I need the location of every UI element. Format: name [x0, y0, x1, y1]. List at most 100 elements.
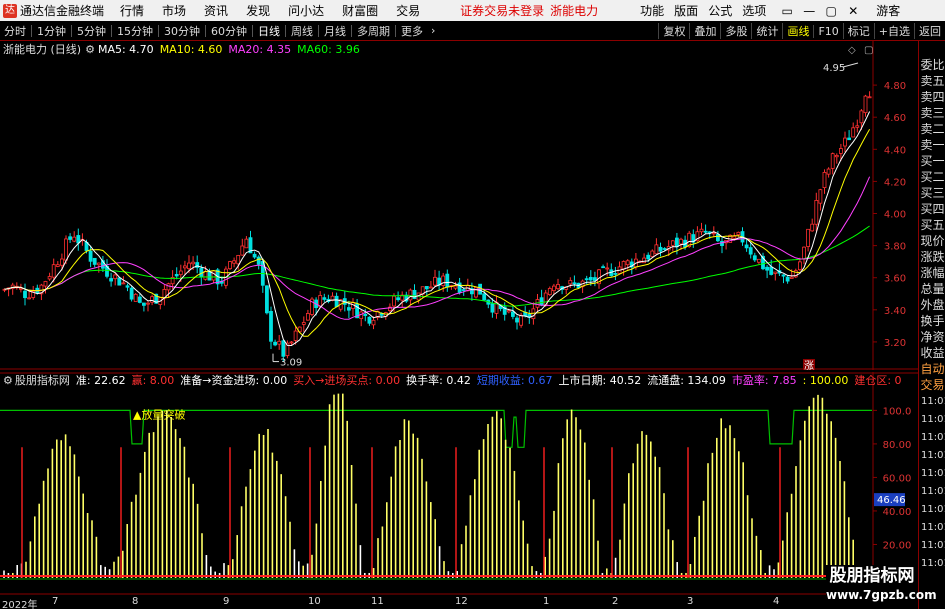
panel-item-10[interactable]: 买五: [919, 217, 945, 233]
period-1min[interactable]: 1分钟: [33, 23, 70, 39]
candle-body: [228, 261, 232, 270]
add-watchlist-button[interactable]: +自选: [873, 23, 914, 39]
main-chart-info: 浙能电力 (日线) ⚙ MA5: 4.70 MA10: 4.60 MA20: 4…: [0, 41, 360, 57]
period-60min[interactable]: 60分钟: [207, 23, 251, 39]
candle-body: [293, 330, 298, 341]
date-tick-10: 4: [773, 596, 780, 607]
menu-news[interactable]: 资讯: [204, 2, 228, 19]
candle-body: [798, 261, 802, 271]
draw-line-button[interactable]: 画线: [782, 23, 813, 39]
f10-button[interactable]: F10: [813, 24, 842, 38]
panel-item-9[interactable]: 买四: [919, 201, 945, 217]
candle-body: [269, 310, 273, 342]
candle-body: [68, 236, 72, 240]
overlay-button[interactable]: 叠加: [689, 23, 720, 39]
panel-item-15[interactable]: 外盘: [919, 297, 945, 313]
panel-item-7[interactable]: 买二: [919, 169, 945, 185]
panel-item-14[interactable]: 总量: [919, 281, 945, 297]
minimize-icon[interactable]: —: [798, 4, 820, 18]
panel-item-2[interactable]: 卖四: [919, 89, 945, 105]
menu-wealth[interactable]: 财富圈: [342, 2, 378, 19]
period-30min[interactable]: 30分钟: [160, 23, 204, 39]
auto-trade-label-1[interactable]: 交易: [919, 377, 945, 393]
panel-item-3[interactable]: 卖三: [919, 105, 945, 121]
settings-gear-icon[interactable]: ⚙: [85, 43, 95, 56]
menu-formula[interactable]: 公式: [708, 2, 732, 19]
candle-body: [806, 228, 810, 247]
indicator-value-6: 上市日期: 40.52: [558, 374, 642, 387]
menu-options[interactable]: 选项: [742, 2, 766, 19]
candle-body: [305, 313, 310, 321]
panel-item-16[interactable]: 换手: [919, 313, 945, 329]
maximize-icon[interactable]: ▢: [820, 4, 842, 18]
menu-quotes[interactable]: 行情: [120, 2, 144, 19]
period-weekly[interactable]: 周线: [287, 23, 317, 39]
more-chevron-icon[interactable]: ›: [427, 24, 439, 37]
candle-body: [605, 267, 610, 270]
date-tick-7: 1: [543, 596, 550, 607]
trade-time-9: 11:01: [921, 558, 945, 569]
menu-market[interactable]: 市场: [162, 2, 186, 19]
period-tick[interactable]: 分时: [0, 23, 30, 39]
panel-item-11[interactable]: 现价: [919, 233, 945, 249]
panel-item-8[interactable]: 买三: [919, 185, 945, 201]
indicator-value-1: 赢: 8.00: [131, 374, 175, 387]
candle-body: [613, 273, 618, 275]
indicator-info: ⚙ 股朋指标网 准: 22.62 赢: 8.00 准备→资金进场: 0.00 买入→进…: [0, 372, 908, 388]
panel-item-0[interactable]: 委比: [919, 57, 945, 73]
period-multi[interactable]: 多周期: [353, 23, 394, 39]
diamond-icon[interactable]: ◇: [848, 45, 856, 56]
menu-ask[interactable]: 问小达: [288, 2, 324, 19]
panel-item-18[interactable]: 收益: [919, 345, 945, 361]
back-button[interactable]: 返回: [914, 23, 945, 39]
guest-user-label[interactable]: 游客: [876, 2, 900, 19]
main-chart-title: 浙能电力 (日线): [3, 43, 82, 56]
expand-icon[interactable]: ▢: [864, 45, 873, 56]
candle-body: [867, 96, 872, 99]
indicator-settings-icon[interactable]: ⚙: [3, 374, 13, 387]
panel-item-4[interactable]: 卖二: [919, 121, 945, 137]
breakout-signal-label: ▲放量突破: [133, 407, 185, 421]
panel-item-13[interactable]: 涨幅: [919, 265, 945, 281]
quote-side-panel: 委比 卖五 卖四 卖三 卖二 卖一 买一 买二 买三 买四 买五 现价 涨跌 涨幅 总量 外盘 换手 净资 收益 自动…: [918, 41, 945, 609]
candle-body: [281, 340, 286, 357]
statistics-button[interactable]: 统计: [751, 23, 782, 39]
period-15min[interactable]: 15分钟: [113, 23, 157, 39]
indicator-chart[interactable]: 100.0 80.00 60.00 40.00 20.00 46.46 ▲放量突破 ⚙ 股朋…: [0, 372, 918, 595]
panel-item-1[interactable]: 卖五: [919, 73, 945, 89]
candle-body: [510, 311, 515, 317]
candle-body: [552, 285, 556, 291]
price-axis-label: 4.60: [884, 113, 906, 124]
panel-item-17[interactable]: 净资: [919, 329, 945, 345]
candle-body: [461, 289, 466, 291]
candle-body: [146, 302, 150, 305]
title-bar: 达 通达信金融终端 行情 市场 资讯 发现 问小达 财富圈 交易 证券交易未登录…: [0, 0, 945, 21]
restore-window-icon[interactable]: ▭: [776, 4, 798, 18]
period-monthly[interactable]: 月线: [320, 23, 350, 39]
candle-body: [252, 253, 257, 258]
mark-button[interactable]: 标记: [842, 23, 874, 39]
menu-trade[interactable]: 交易: [396, 2, 420, 19]
indicator-axis-label: 80.00: [883, 440, 912, 451]
candle-body: [506, 310, 511, 313]
menu-layout[interactable]: 版面: [674, 2, 698, 19]
price-axis-label: 3.80: [884, 242, 906, 253]
watermark-url: www.7gpzb.com: [826, 588, 937, 602]
panel-item-6[interactable]: 买一: [919, 153, 945, 169]
period-more[interactable]: 更多: [397, 23, 427, 39]
panel-item-5[interactable]: 卖一: [919, 137, 945, 153]
indicator-axis-label: 100.0: [883, 406, 912, 417]
period-daily[interactable]: 日线: [254, 23, 284, 39]
panel-item-12[interactable]: 涨跌: [919, 249, 945, 265]
auto-trade-label-0[interactable]: 自动: [919, 361, 945, 377]
menu-discover[interactable]: 发现: [246, 2, 270, 19]
close-icon[interactable]: ✕: [842, 4, 864, 18]
multi-stock-button[interactable]: 多股: [720, 23, 751, 39]
trade-login-notice[interactable]: 证券交易未登录: [460, 2, 544, 19]
candle-body: [264, 285, 269, 314]
period-5min[interactable]: 5分钟: [73, 23, 110, 39]
site-watermark: 股朋指标网 www.7gpzb.com: [826, 565, 937, 609]
candlestick-chart[interactable]: 4.80 4.60 4.40 4.20 4.00 3.80 3.60 3.40 3.20 4.95…: [0, 41, 918, 370]
menu-function[interactable]: 功能: [640, 2, 664, 19]
adjust-button[interactable]: 复权: [658, 23, 689, 39]
